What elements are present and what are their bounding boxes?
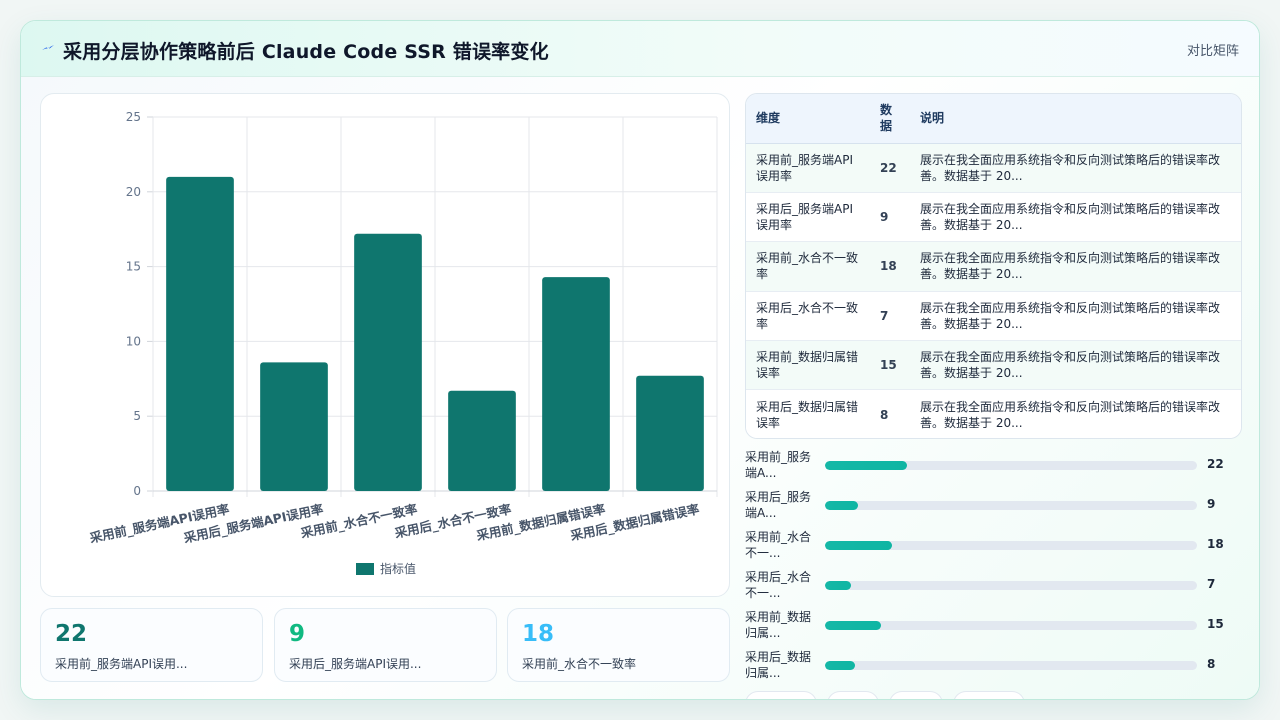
description-text: 展示在我全面应用系统指令和反向测试策略后的错误率改善。数据基于 20...: [920, 251, 1221, 282]
dashboard-card: 采用分层协作策略前后 Claude Code SSR 错误率变化 对比矩阵 0 5…: [20, 20, 1260, 700]
table-row: 采用后_服务端API误用率 9 展示在我全面应用系统指令和反向测试策略后的错误率…: [746, 192, 1241, 243]
progress-value: 7: [1207, 577, 1216, 591]
legend-swatch: [356, 563, 374, 575]
view-tag[interactable]: 对比矩阵: [1187, 40, 1239, 59]
description-text: 展示在我全面应用系统指令和反向测试策略后的错误率改善。数据基于 20...: [920, 350, 1221, 381]
comparison-table: 维度 数据 说明 采用前_服务端API误用率 22 展示在我全面应用系统指令和反…: [745, 93, 1242, 439]
progress-value: 22: [1207, 457, 1224, 471]
progress-label: 采用后_数据归属...: [745, 650, 812, 680]
table-row: 采用前_数据归属错误率 15 展示在我全面应用系统指令和反向测试策略后的错误率改…: [746, 340, 1241, 391]
cell-dimension: 采用后_水合不一致率: [746, 291, 870, 342]
bar: [354, 233, 422, 492]
progress-item: 采用后_数据归属... 8: [745, 649, 1245, 685]
progress-item: 采用前_数据归属... 15: [745, 609, 1245, 645]
progress-track: [825, 541, 1197, 550]
bar-chart-panel: 0 5 10 15 20 25 采用前_服务端API误用率 采用后_服务端API误用率 采用前_…: [40, 93, 730, 597]
kpi-card-1: 22 采用前_服务端API误用...: [40, 608, 263, 682]
page-title: 采用分层协作策略前后 Claude Code SSR 错误率变化: [63, 41, 549, 63]
spark-icon: [42, 45, 54, 50]
progress-fill: [825, 581, 852, 590]
progress-label: 采用前_服务端A...: [745, 450, 812, 480]
progress-fill: [825, 501, 859, 510]
progress-label: 采用后_水合不一...: [745, 570, 812, 600]
cell-description: 展示在我全面应用系统指令和反向测试策略后的错误率改善。数据基于 20...: [910, 241, 1241, 292]
cell-value: 7: [870, 291, 910, 342]
y-tick-label: 15: [126, 260, 141, 274]
cell-dimension: 采用后_服务端API误用率: [746, 192, 870, 243]
cell-description: 展示在我全面应用系统指令和反向测试策略后的错误率改善。数据基于 20...: [910, 340, 1241, 391]
table-row: 采用前_水合不一致率 18 展示在我全面应用系统指令和反向测试策略后的错误率改善…: [746, 241, 1241, 292]
progress-value: 15: [1207, 617, 1224, 631]
table-row: 采用后_数据归属错误率 8 展示在我全面应用系统指令和反向测试策略后的错误率改善…: [746, 389, 1241, 438]
progress-item: 采用前_服务端A... 22: [745, 449, 1245, 485]
kpi-value: 22: [55, 621, 88, 647]
description-text: 展示在我全面应用系统指令和反向测试策略后的错误率改善。数据基于 20...: [920, 399, 1221, 430]
progress-fill: [825, 661, 855, 670]
y-tick-label: 5: [133, 409, 141, 423]
bar-chart: 0510152025采用前_服务端API误用率采用后_服务端API误用率采用前_…: [87, 110, 718, 576]
progress-value: 8: [1207, 657, 1216, 671]
progress-track: [825, 581, 1197, 590]
description-text: 展示在我全面应用系统指令和反向测试策略后的错误率改善。数据基于 20...: [920, 202, 1221, 233]
progress-item: 采用前_水合不一... 18: [745, 529, 1245, 565]
progress-item: 采用后_服务端A... 9: [745, 489, 1245, 525]
kpi-label: 采用后_服务端API误用...: [289, 657, 422, 671]
progress-fill: [825, 621, 881, 630]
progress-value: 9: [1207, 497, 1216, 511]
cell-description: 展示在我全面应用系统指令和反向测试策略后的错误率改善。数据基于 20...: [910, 390, 1241, 438]
description-text: 展示在我全面应用系统指令和反向测试策略后的错误率改善。数据基于 20...: [920, 152, 1221, 183]
filter-chip[interactable]: [827, 691, 879, 699]
y-tick-label: 0: [133, 484, 141, 498]
bar: [636, 375, 704, 491]
y-tick-label: 25: [126, 110, 141, 124]
bar: [448, 390, 516, 491]
filter-chip[interactable]: [745, 691, 817, 699]
header-description: 说明: [910, 94, 1241, 144]
kpi-value: 9: [289, 621, 306, 647]
header-data: 数据: [870, 94, 910, 144]
progress-label: 采用前_数据归属...: [745, 610, 812, 640]
progress-fill: [825, 461, 907, 470]
bar: [260, 362, 328, 491]
bar: [542, 277, 610, 491]
cell-value: 9: [870, 192, 910, 243]
cell-value: 18: [870, 241, 910, 292]
kpi-label: 采用前_服务端API误用...: [55, 657, 188, 671]
cell-description: 展示在我全面应用系统指令和反向测试策略后的错误率改善。数据基于 20...: [910, 192, 1241, 243]
progress-track: [825, 461, 1197, 470]
bar: [166, 176, 234, 491]
table-header-row: 维度 数据 说明: [746, 94, 1241, 144]
progress-fill: [825, 541, 892, 550]
progress-track: [825, 621, 1197, 630]
table-row: 采用后_水合不一致率 7 展示在我全面应用系统指令和反向测试策略后的错误率改善。…: [746, 291, 1241, 342]
cell-dimension: 采用后_数据归属错误率: [756, 399, 859, 430]
progress-label: 采用前_水合不一...: [745, 530, 812, 560]
progress-label: 采用后_服务端A...: [745, 490, 812, 520]
kpi-value: 18: [522, 621, 555, 647]
cell-dimension: 采用前_水合不一致率: [746, 241, 870, 292]
progress-track: [825, 501, 1197, 510]
cell-value: 15: [870, 340, 910, 391]
legend-label: 指标值: [380, 561, 416, 576]
kpi-card-3: 18 采用前_水合不一致率: [507, 608, 730, 682]
y-tick-label: 10: [126, 334, 141, 348]
filter-chip[interactable]: [953, 691, 1025, 699]
kpi-card-2: 9 采用后_服务端API误用...: [274, 608, 497, 682]
cell-dimension: 采用前_数据归属错误率: [746, 340, 870, 391]
cell-description: 展示在我全面应用系统指令和反向测试策略后的错误率改善。数据基于 20...: [910, 143, 1241, 193]
progress-track: [825, 661, 1197, 670]
cell-value: 22: [870, 143, 910, 193]
kpi-label: 采用前_水合不一致率: [522, 657, 637, 671]
header: 采用分层协作策略前后 Claude Code SSR 错误率变化 对比矩阵: [21, 21, 1259, 77]
y-tick-label: 20: [126, 185, 141, 199]
progress-item: 采用后_水合不一... 7: [745, 569, 1245, 605]
cell-value: 8: [880, 407, 889, 422]
filter-chip[interactable]: [889, 691, 943, 699]
cell-dimension: 采用前_服务端API误用率: [746, 143, 870, 193]
table-row: 采用前_服务端API误用率 22 展示在我全面应用系统指令和反向测试策略后的错误…: [746, 143, 1241, 193]
description-text: 展示在我全面应用系统指令和反向测试策略后的错误率改善。数据基于 20...: [920, 300, 1221, 331]
cell-description: 展示在我全面应用系统指令和反向测试策略后的错误率改善。数据基于 20...: [910, 291, 1241, 342]
header-dimension: 维度: [746, 94, 870, 144]
progress-value: 18: [1207, 537, 1224, 551]
